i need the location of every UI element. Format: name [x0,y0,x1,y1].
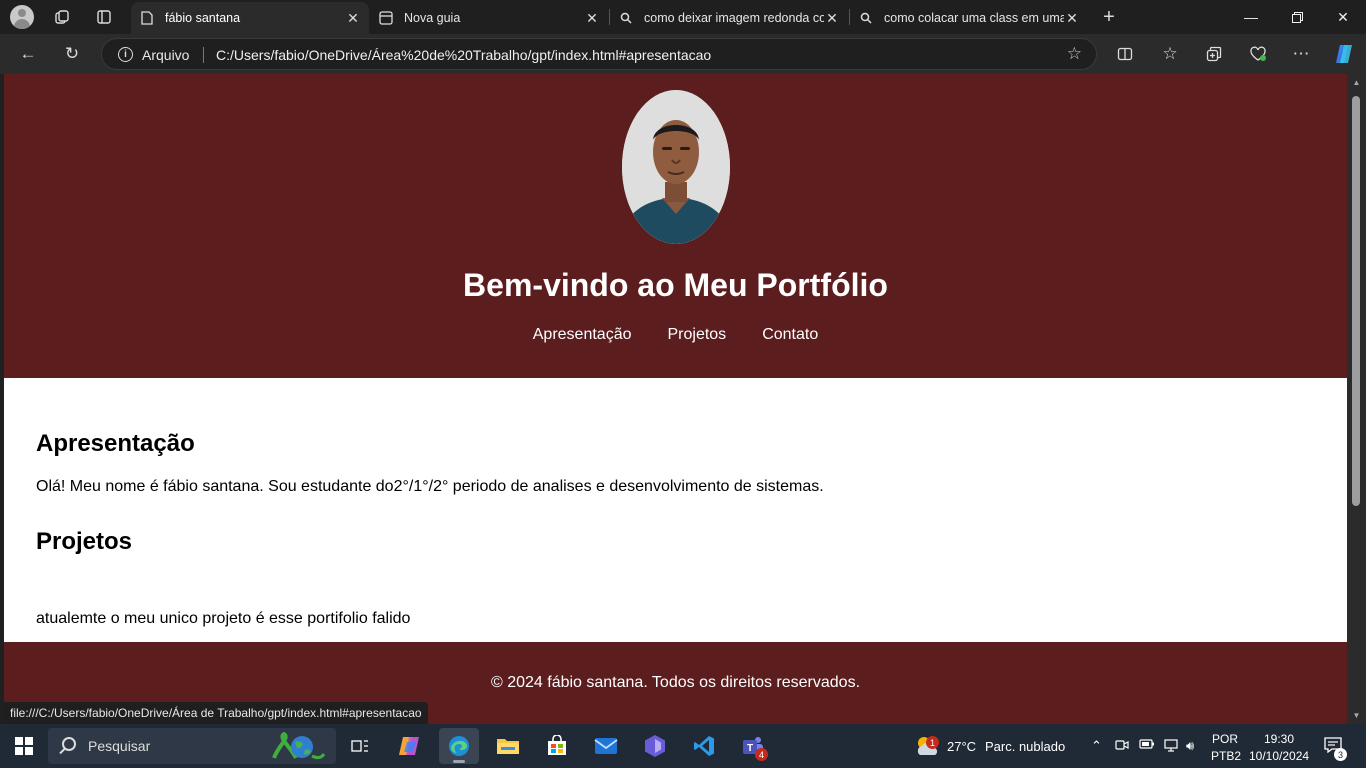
input-language[interactable]: POR [1212,732,1238,746]
restore-icon[interactable] [1274,0,1320,34]
more-menu-icon[interactable]: ⋯ [1287,40,1315,68]
section-text-apresentacao: Olá! Meu nome é fábio santana. Sou estud… [36,478,824,495]
weather-alert-badge: 1 [926,736,939,749]
tab-fabio-santana[interactable]: fábio santana ✕ [131,2,369,34]
browser-essentials-icon[interactable] [1244,40,1272,68]
section-heading-projetos: Projetos [36,528,133,555]
scrollbar-thumb[interactable] [1352,96,1360,506]
new-tab-plus-icon[interactable]: + [1097,5,1121,29]
file-explorer-icon[interactable] [488,728,528,764]
tab-title: fábio santana [165,11,241,25]
page-icon [139,10,155,26]
tab-nova-guia[interactable]: Nova guia ✕ [370,2,608,34]
edge-taskbar-icon[interactable] [439,728,479,764]
refresh-icon[interactable]: ↻ [58,40,86,68]
address-bar[interactable]: i Arquivo C:/Users/fabio/OneDrive/Área%2… [101,38,1097,70]
address-divider [203,47,204,63]
profile-avatar-icon[interactable] [10,5,34,29]
scroll-up-arrow-icon[interactable]: ▲ [1351,78,1362,87]
web-page-viewport: Bem-vindo ao Meu Portfólio Apresentação … [4,74,1347,724]
taskbar-search-box[interactable]: Pesquisar [48,728,336,764]
nav-link-projetos[interactable]: Projetos [667,326,726,344]
favorites-icon[interactable]: ☆ [1156,40,1184,68]
minimize-icon[interactable]: — [1228,0,1274,34]
back-arrow-icon[interactable]: ← [14,40,42,68]
collections-icon[interactable] [1200,40,1228,68]
teams-notification-badge: 4 [755,748,768,761]
weather-description[interactable]: Parc. nublado [985,739,1065,754]
scroll-down-arrow-icon[interactable]: ▼ [1351,711,1362,720]
status-bar-link-preview: file:///C:/Users/fabio/OneDrive/Área de … [4,702,428,724]
windows-taskbar: Pesquisar T 4 1 27°C Parc. nublado ⌃ 🔊︎ … [0,724,1366,768]
page-title: Bem-vindo ao Meu Portfólio [463,267,888,303]
footer-copyright: © 2024 fábio santana. Todos os direitos … [490,674,861,691]
weather-temperature[interactable]: 27°C [947,739,976,754]
search-icon [858,10,874,26]
awareness-ribbon-globe-icon [268,731,326,767]
mail-icon[interactable] [586,728,626,764]
network-icon[interactable] [1163,738,1179,755]
browser-tab-strip: fábio santana ✕ Nova guia ✕ como deixar … [0,0,1366,34]
section-text-projetos: atualemte o meu unico projeto é esse por… [36,610,411,627]
close-tab-icon[interactable]: ✕ [824,10,840,27]
chevron-up-icon[interactable]: ⌃ [1091,738,1102,754]
taskbar-search-placeholder: Pesquisar [88,738,151,754]
svg-text:T: T [747,743,753,754]
favorite-star-icon[interactable]: ☆ [1067,44,1082,64]
browser-toolbar: ← ↻ i Arquivo C:/Users/fabio/OneDrive/Ár… [0,34,1366,74]
volume-icon[interactable]: 🔊︎ [1186,738,1194,754]
notifications-badge: 3 [1334,748,1347,761]
meet-now-icon[interactable] [1115,738,1129,755]
tab-search-class-imagem[interactable]: como colacar uma class em uma im ✕ [850,2,1088,34]
battery-icon[interactable] [1139,738,1155,753]
profile-photo [622,90,730,244]
newtab-icon [378,10,394,26]
info-icon[interactable]: i [118,47,133,62]
microsoft-store-icon[interactable] [537,728,577,764]
app-hexagon-icon[interactable] [635,728,675,764]
windows-start-icon[interactable] [4,728,44,764]
vertical-tabs-icon[interactable] [92,5,116,29]
close-tab-icon[interactable]: ✕ [345,10,361,27]
close-tab-icon[interactable]: ✕ [1064,10,1080,27]
clock-time[interactable]: 19:30 [1264,732,1294,746]
url-text[interactable]: C:/Users/fabio/OneDrive/Área%20de%20Trab… [216,47,711,63]
tab-search-imagem-redonda[interactable]: como deixar imagem redonda com ✕ [610,2,848,34]
site-header: Bem-vindo ao Meu Portfólio Apresentação … [4,74,1347,378]
copilot-taskbar-icon[interactable] [390,728,430,764]
workspaces-icon[interactable] [50,5,74,29]
search-icon [618,10,634,26]
keyboard-layout[interactable]: PTB2 [1211,749,1241,763]
task-view-icon[interactable] [340,728,380,764]
site-info-label[interactable]: Arquivo [142,47,189,63]
vscode-icon[interactable] [684,728,724,764]
tab-title: como colacar uma class em uma im [884,11,1064,25]
close-window-icon[interactable]: ✕ [1320,0,1366,34]
tab-title: Nova guia [404,11,461,25]
page-scrollbar[interactable]: ▲ ▼ [1347,74,1366,724]
site-nav: Apresentação Projetos Contato [4,326,1347,344]
active-app-indicator [453,760,465,763]
close-tab-icon[interactable]: ✕ [584,10,600,27]
section-heading-apresentacao: Apresentação [36,430,195,457]
nav-link-contato[interactable]: Contato [762,326,818,344]
split-screen-icon[interactable] [1111,40,1139,68]
tab-title: como deixar imagem redonda com [644,11,824,25]
teams-icon[interactable]: T 4 [733,728,773,764]
nav-link-apresentacao[interactable]: Apresentação [533,326,632,344]
copilot-icon[interactable] [1330,40,1358,68]
clock-date[interactable]: 10/10/2024 [1249,749,1309,763]
search-icon [62,737,76,751]
